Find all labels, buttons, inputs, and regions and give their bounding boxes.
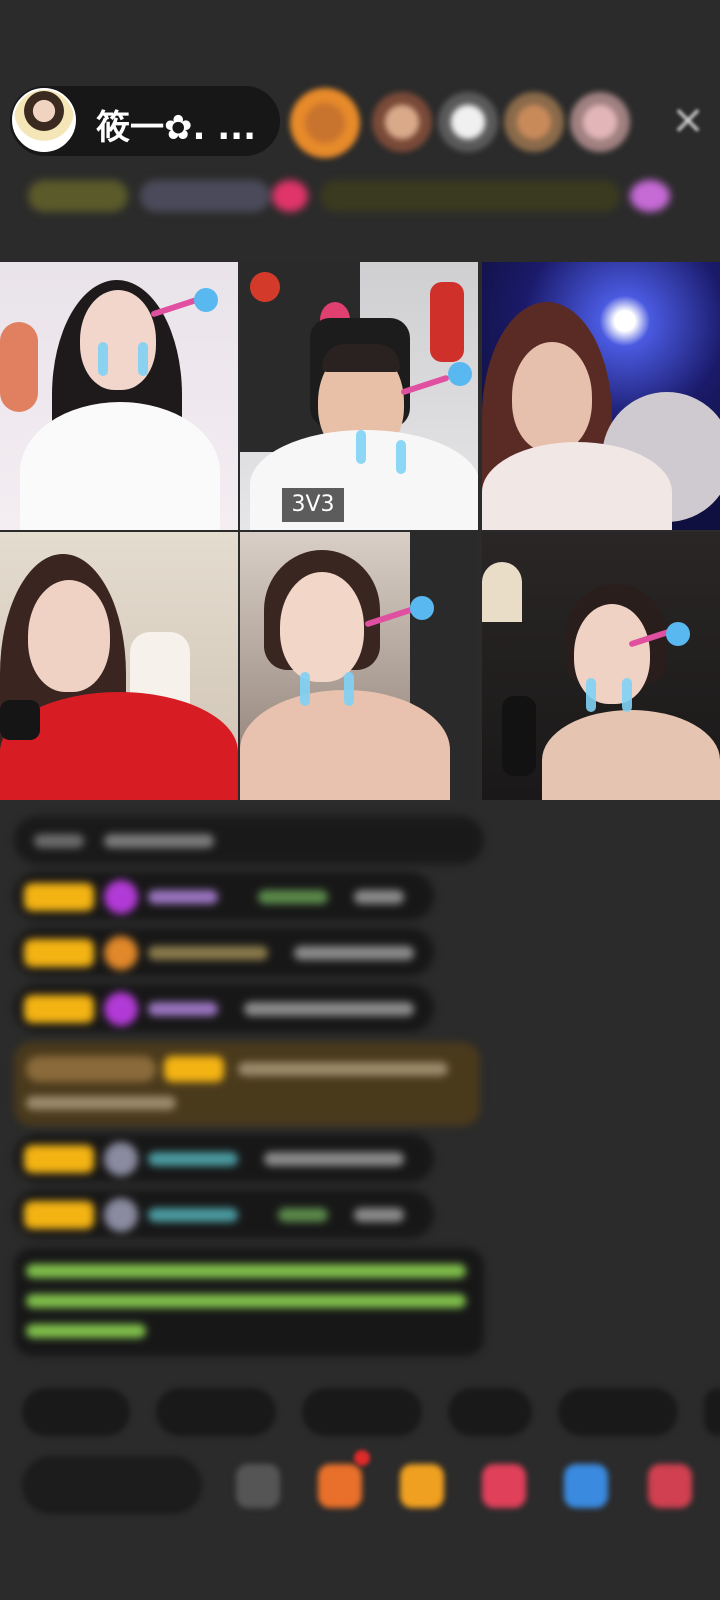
video-tile[interactable] [0,262,238,530]
chat-message[interactable] [14,1190,434,1238]
viewer-avatar[interactable] [372,92,432,152]
viewer-avatar[interactable] [290,88,360,158]
quick-reply-chip[interactable] [448,1388,532,1436]
chat-message[interactable] [14,872,434,920]
video-tile[interactable] [482,532,720,800]
chat-message[interactable] [14,928,434,976]
video-grid [0,262,720,802]
quick-reply-chip[interactable] [704,1388,720,1436]
close-icon[interactable]: × [668,100,708,140]
quick-reply-chip[interactable] [302,1388,422,1436]
viewer-avatar[interactable] [438,92,498,152]
game-icon[interactable] [564,1464,608,1508]
video-tile[interactable] [0,532,238,800]
more-icon[interactable] [648,1464,692,1508]
video-tile[interactable] [240,262,478,530]
pk-mode-label: 3V3 [282,488,344,522]
quick-reply-chip[interactable] [156,1388,276,1436]
quick-reply-chip[interactable] [22,1388,130,1436]
emoji-icon[interactable] [236,1464,280,1508]
comment-input[interactable] [22,1456,202,1514]
notification-dot [354,1450,370,1466]
host-name[interactable]: 筱一✿. ... [96,100,256,149]
viewer-avatar[interactable] [504,92,564,152]
video-tile[interactable] [482,262,720,530]
video-tile[interactable] [240,532,478,800]
chat-message[interactable] [14,1134,434,1182]
system-message [14,1248,484,1356]
gift-icon[interactable] [318,1464,362,1508]
chat-message-highlight[interactable] [14,1042,480,1126]
viewer-avatar[interactable] [570,92,630,152]
host-info-pill[interactable]: 筱一✿. ... [10,86,280,156]
fans-club-icon[interactable] [482,1464,526,1508]
host-avatar[interactable] [12,88,76,152]
gift-box-icon[interactable] [400,1464,444,1508]
quick-reply-chip[interactable] [558,1388,678,1436]
room-badge-strip[interactable] [10,168,700,224]
chat-message[interactable] [14,816,484,864]
chat-message[interactable] [14,984,434,1032]
